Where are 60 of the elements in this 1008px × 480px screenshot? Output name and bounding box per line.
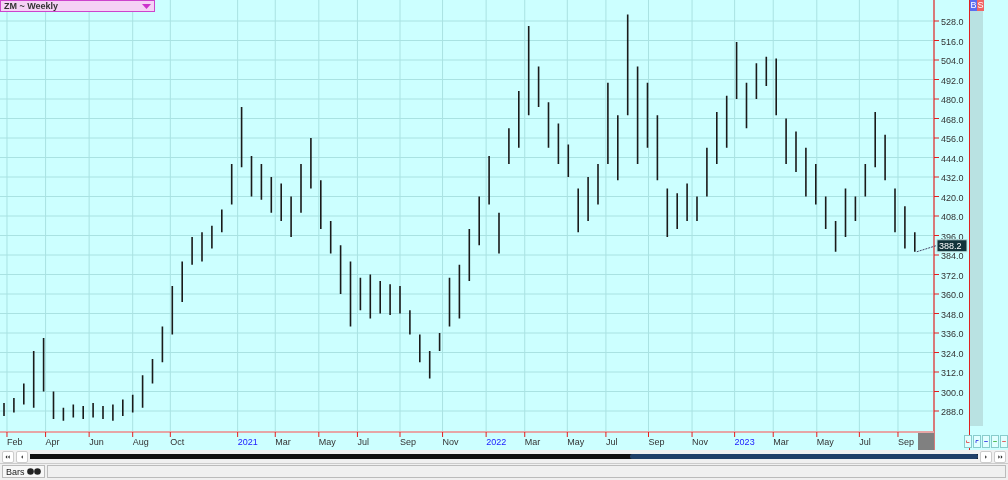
price-label: 408.0 [941, 212, 964, 222]
date-label: Sep [400, 437, 416, 447]
date-label: Sep [897, 437, 914, 447]
date-label: Sep [648, 437, 665, 447]
price-label: 516.0 [941, 36, 964, 47]
bracket-icon[interactable] [1000, 435, 1008, 448]
price-label: 396.0 [941, 231, 964, 242]
scroll-track[interactable] [30, 454, 978, 459]
first-page-icon[interactable] [2, 450, 14, 463]
step-icon[interactable] [973, 435, 981, 448]
date-label: Oct [170, 437, 185, 447]
date-label: Mar [773, 437, 789, 447]
price-label: 528.0 [941, 17, 964, 27]
date-label: Jun [89, 437, 104, 447]
date-label: May [318, 437, 336, 447]
dropdown-caret-icon [142, 3, 151, 9]
price-label: 420.0 [941, 192, 964, 203]
scroll-thumb[interactable] [630, 454, 978, 459]
date-label: Jul [859, 437, 871, 447]
price-label: 324.0 [941, 348, 964, 359]
date-label: 2022 [486, 437, 507, 447]
last-page-icon[interactable] [994, 450, 1006, 463]
price-label: 468.0 [941, 114, 964, 125]
previous-icon[interactable] [16, 450, 28, 463]
date-label: Mar [275, 437, 291, 447]
date-label: 2021 [237, 437, 258, 447]
date-label: Nov [442, 437, 459, 447]
bars-tab[interactable]: Bars [2, 465, 45, 478]
price-label: 300.0 [941, 387, 964, 398]
price-label: 444.0 [941, 153, 964, 164]
price-label: 348.0 [941, 309, 964, 320]
price-label: 360.0 [941, 290, 964, 300]
price-label: 336.0 [941, 329, 964, 339]
date-label: Feb [6, 437, 23, 447]
price-label: 456.0 [941, 134, 964, 144]
price-label: 372.0 [941, 270, 964, 281]
date-label: May [567, 437, 585, 447]
bracket-icon[interactable] [982, 435, 990, 448]
price-label: 504.0 [941, 56, 964, 66]
date-label: Jul [357, 437, 369, 447]
date-label: May [816, 437, 834, 447]
chart-selector[interactable]: ZM ~ Weekly [0, 0, 155, 12]
price-label: 492.0 [941, 75, 964, 86]
date-label: 2023 [734, 437, 755, 447]
step-icon[interactable] [964, 435, 972, 448]
dots-icon [26, 468, 41, 475]
price-label: 432.0 [941, 173, 964, 183]
price-label: 288.0 [941, 407, 964, 417]
date-label: Apr [45, 437, 60, 447]
price-label: 480.0 [941, 95, 964, 105]
price-label: 384.0 [941, 251, 964, 261]
date-label: Mar [524, 437, 541, 447]
corner-block [918, 433, 934, 450]
next-icon[interactable] [980, 450, 992, 463]
price-label: 312.0 [941, 368, 964, 378]
signal-button[interactable]: B [970, 0, 977, 11]
date-label: Aug [132, 437, 149, 447]
date-label: Jul [605, 437, 618, 447]
last-price-badge: 388.2 [936, 239, 968, 253]
date-label: Nov [692, 437, 709, 447]
